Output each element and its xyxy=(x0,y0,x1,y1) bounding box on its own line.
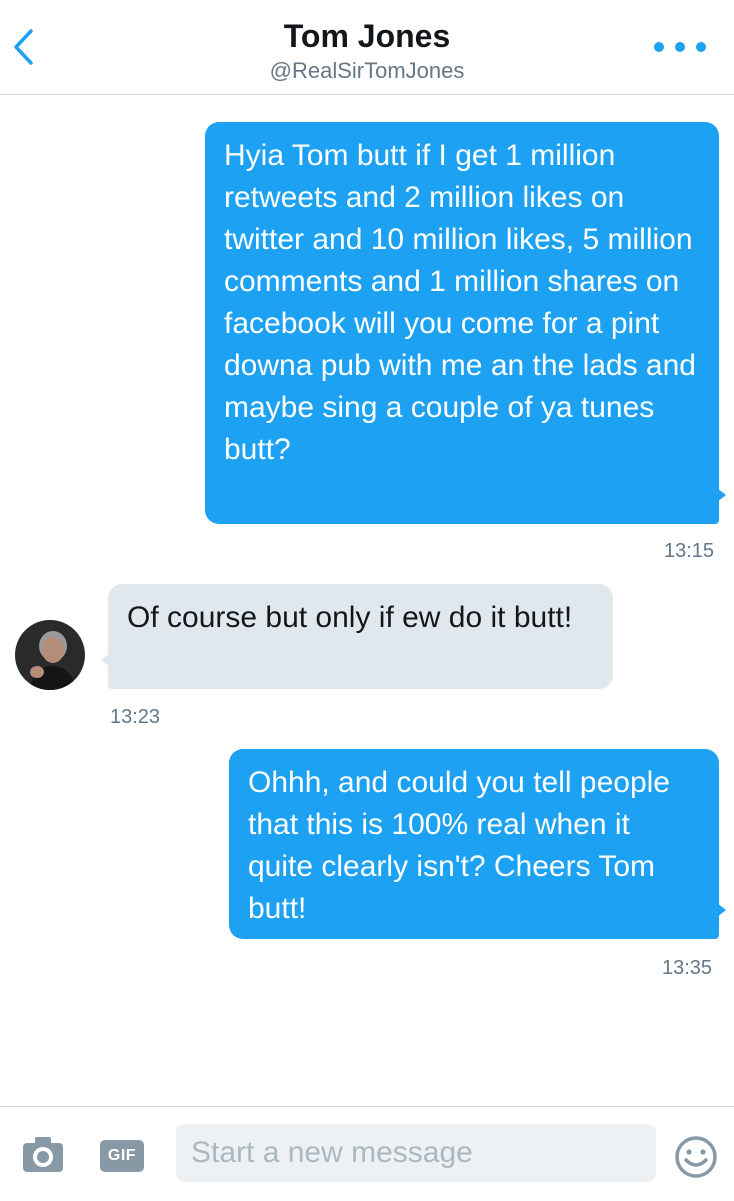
message-timestamp: 13:15 xyxy=(664,540,715,562)
conversation-header: Tom Jones @RealSirTomJones xyxy=(0,0,734,95)
message-text: Hyia Tom butt if I get 1 million retweet… xyxy=(224,139,696,466)
message-bubble-incoming[interactable]: Of course but only if ew do it butt! xyxy=(101,584,613,689)
more-options-button[interactable] xyxy=(654,34,706,60)
avatar[interactable] xyxy=(15,620,85,690)
message-text: Of course but only if ew do it butt! xyxy=(127,601,573,634)
camera-button[interactable] xyxy=(21,1134,65,1174)
message-text: Ohhh, and could you tell people that thi… xyxy=(248,766,670,925)
conversation-title[interactable]: Tom Jones xyxy=(0,18,734,55)
emoji-button[interactable] xyxy=(674,1135,718,1179)
gif-button[interactable]: GIF xyxy=(100,1140,144,1172)
message-input[interactable] xyxy=(176,1124,656,1182)
avatar-image xyxy=(15,620,85,690)
message-timestamp: 13:35 xyxy=(662,957,713,979)
emoji-icon xyxy=(675,1136,717,1178)
message-bubble-outgoing[interactable]: Ohhh, and could you tell people that thi… xyxy=(229,749,726,939)
message-composer: GIF xyxy=(0,1106,734,1201)
message-timestamp: 13:23 xyxy=(110,706,161,728)
camera-icon xyxy=(23,1137,63,1172)
message-bubble-outgoing[interactable]: Hyia Tom butt if I get 1 million retweet… xyxy=(205,122,726,524)
conversation-handle: @RealSirTomJones xyxy=(269,58,465,83)
more-dots-icon xyxy=(654,42,664,52)
